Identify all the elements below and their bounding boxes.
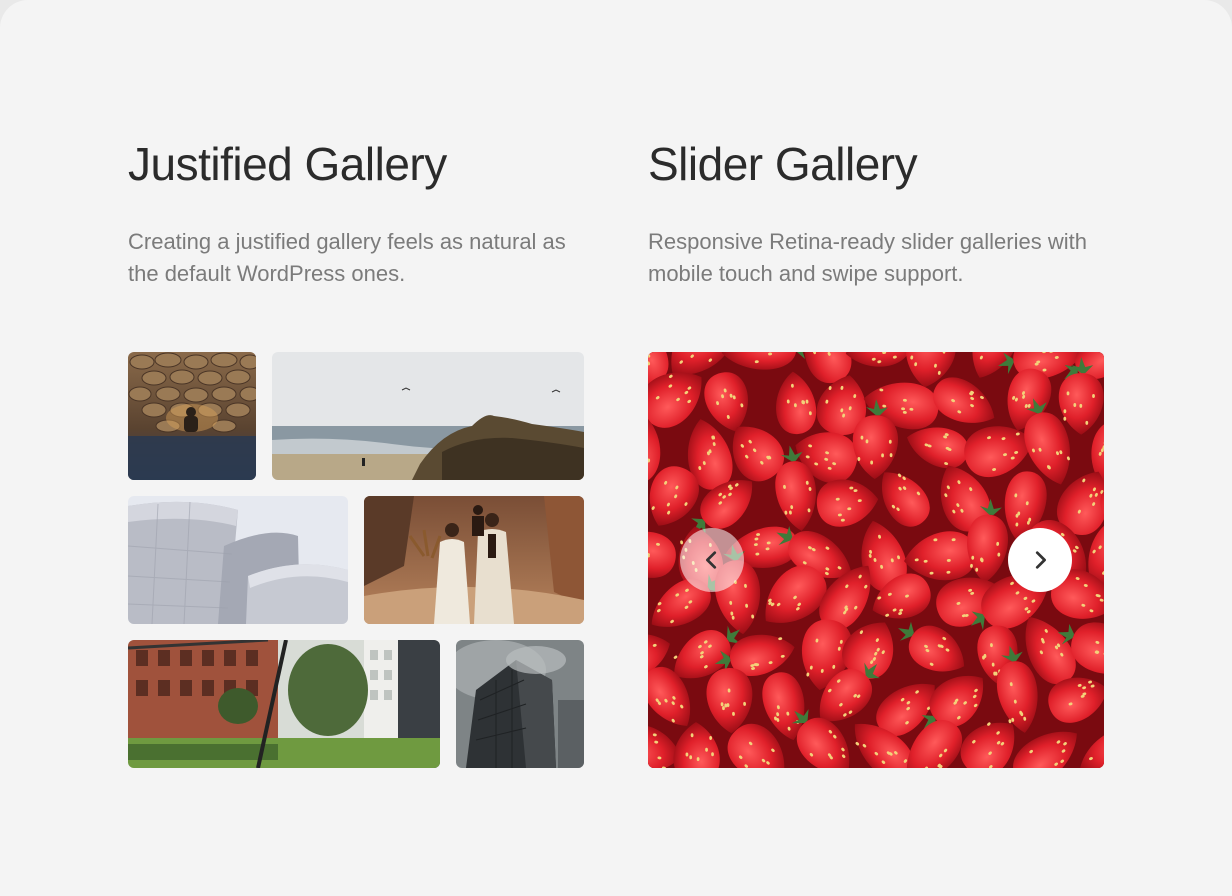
- slider-gallery-description: Responsive Retina-ready slider galleries…: [648, 229, 1087, 286]
- gallery-image-architecture[interactable]: [128, 496, 348, 624]
- foggy-tower-photo: [456, 640, 584, 768]
- chevron-right-icon: [1035, 551, 1046, 569]
- city-street-photo: [128, 640, 440, 768]
- stone-wall-photo: [128, 352, 256, 480]
- gallery-image-beach[interactable]: [272, 352, 584, 480]
- gallery-image-wedding[interactable]: [364, 496, 584, 624]
- gallery-image-foggy-tower[interactable]: [456, 640, 584, 768]
- slider-gallery-title: Slider Gallery: [648, 138, 918, 190]
- slider-next-button[interactable]: [1008, 528, 1072, 592]
- gallery-image-city-street[interactable]: [128, 640, 440, 768]
- slider-gallery[interactable]: [648, 352, 1104, 768]
- justified-gallery-title: Justified Gallery: [128, 138, 447, 190]
- architecture-photo: [128, 496, 348, 624]
- gallery-image-stone-wall[interactable]: [128, 352, 256, 480]
- justified-gallery-description: Creating a justified gallery feels as na…: [128, 229, 566, 286]
- feature-card: Justified Gallery Creating a justified g…: [0, 0, 1232, 896]
- beach-photo: [272, 352, 584, 480]
- chevron-left-icon: [706, 551, 717, 569]
- slider-prev-button[interactable]: [680, 528, 744, 592]
- wedding-photo: [364, 496, 584, 624]
